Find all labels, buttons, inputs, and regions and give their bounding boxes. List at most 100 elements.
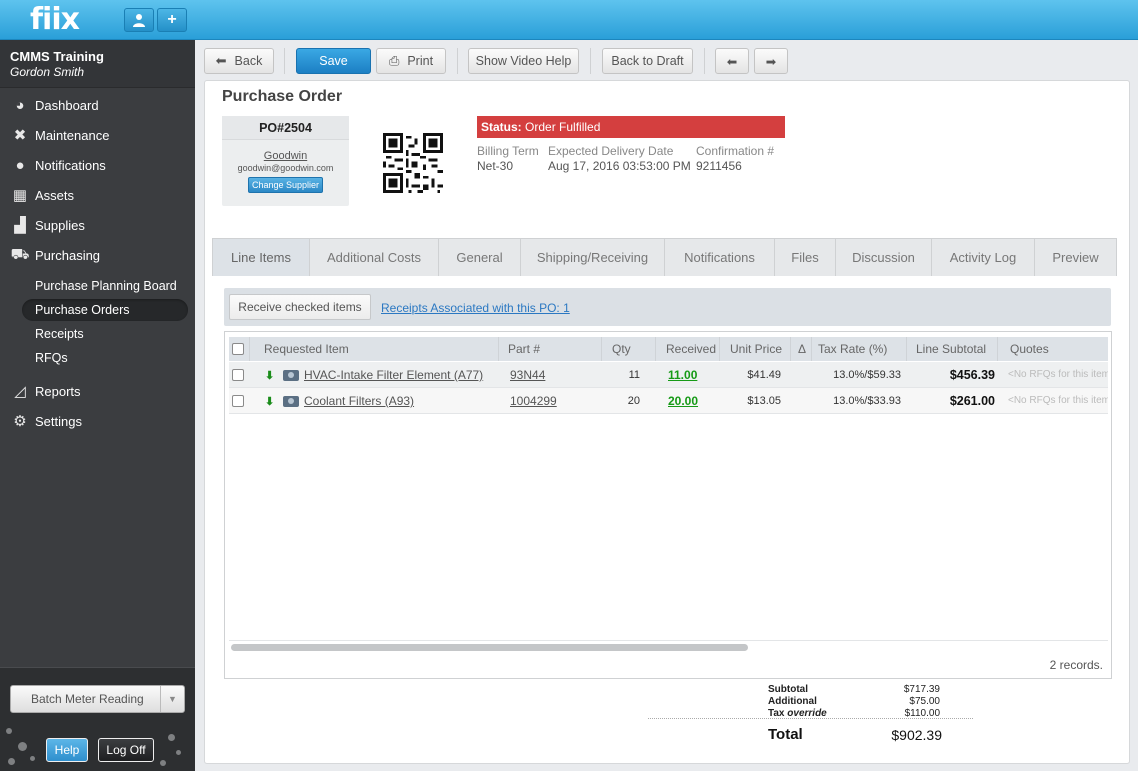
add-button[interactable]: + — [157, 8, 187, 32]
sidebar-item-label: Assets — [35, 187, 75, 203]
user-name: Gordon Smith — [10, 65, 85, 79]
qty-cell: 11 — [628, 369, 640, 381]
tab-line-items[interactable]: Line Items — [212, 238, 310, 276]
previous-record-button[interactable]: ⬅ — [715, 48, 749, 74]
grid-header-divider — [249, 337, 250, 361]
column-header-received[interactable]: Received — [660, 337, 720, 361]
po-number: PO#2504 — [222, 116, 349, 140]
sidebar-subitem-rfqs[interactable]: RFQs — [22, 347, 188, 369]
back-to-draft-button[interactable]: Back to Draft — [602, 48, 693, 74]
chevron-down-icon[interactable]: ▼ — [160, 686, 184, 712]
line-subtotal-cell: $261.00 — [949, 394, 995, 408]
batch-meter-reading-button[interactable]: Batch Meter Reading ▼ — [10, 685, 185, 713]
sidebar-item-supplies[interactable]: ▟ Supplies — [0, 212, 195, 238]
chat-bubble-icon: ● — [15, 156, 25, 174]
part-number-link[interactable]: 1004299 — [510, 388, 557, 414]
printer-icon: ⎙ — [388, 53, 400, 68]
column-header-unit-price[interactable]: Unit Price — [724, 337, 791, 361]
back-button[interactable]: ⬅ Back — [204, 48, 274, 74]
unit-price-cell: $41.49 — [747, 369, 781, 381]
batch-meter-reading-label: Batch Meter Reading — [31, 692, 144, 706]
tax-rate-cell: 13.0%/$33.93 — [833, 395, 901, 407]
dashboard-icon: ◕ — [15, 96, 25, 114]
plus-icon: + — [167, 11, 177, 28]
fiix-logo[interactable]: fiix — [30, 3, 80, 37]
record-count: 2 records. — [1049, 658, 1103, 672]
tab-discussion[interactable]: Discussion — [835, 238, 932, 276]
sidebar-item-label: Settings — [35, 413, 82, 429]
column-header-requested-item[interactable]: Requested Item — [258, 337, 499, 361]
requested-item-link[interactable]: Coolant Filters (A93) — [304, 388, 414, 414]
sidebar-item-notifications[interactable]: ● Notifications — [0, 152, 195, 178]
receive-checked-items-button[interactable]: Receive checked items — [229, 294, 371, 320]
column-header-tax-rate[interactable]: Tax Rate (%) — [812, 337, 907, 361]
qr-code-icon — [383, 133, 443, 193]
received-link[interactable]: 11.00 — [668, 362, 697, 388]
receipts-associated-link[interactable]: Receipts Associated with this PO: 1 — [381, 301, 570, 315]
tab-preview[interactable]: Preview — [1034, 238, 1117, 276]
delivery-date-value: Aug 17, 2016 03:53:00 PM — [548, 159, 691, 173]
sidebar-item-label: Dashboard — [35, 97, 99, 113]
user-button[interactable] — [124, 8, 154, 32]
row-checkbox[interactable] — [232, 395, 244, 407]
tab-general[interactable]: General — [438, 238, 521, 276]
help-button[interactable]: Help — [46, 738, 88, 762]
cart-icon: ⛟ — [10, 245, 30, 263]
tab-activity-log[interactable]: Activity Log — [931, 238, 1035, 276]
sidebar-item-reports[interactable]: ◿ Reports — [0, 378, 195, 404]
sidebar-item-label: Notifications — [35, 157, 106, 173]
row-checkbox[interactable] — [232, 369, 244, 381]
toolbar-divider — [704, 48, 705, 74]
tab-notifications[interactable]: Notifications — [664, 238, 775, 276]
top-bar: fiix + — [0, 0, 1138, 40]
horizontal-scrollbar[interactable] — [231, 644, 748, 651]
sidebar-item-maintenance[interactable]: ✖ Maintenance — [0, 122, 195, 148]
sidebar-subitem-purchase-orders[interactable]: Purchase Orders — [22, 299, 188, 321]
column-header-qty[interactable]: Qty — [606, 337, 656, 361]
arrow-left-icon: ⬅ — [726, 54, 738, 69]
tab-shipping-receiving[interactable]: Shipping/Receiving — [520, 238, 665, 276]
supplier-name-link[interactable]: Goodwin — [222, 150, 349, 162]
quotes-cell: <No RFQs for this item> — [1008, 369, 1108, 380]
sidebar-item-purchasing[interactable]: ⛟ Purchasing — [0, 242, 195, 268]
save-button[interactable]: Save — [296, 48, 371, 74]
item-image-icon — [283, 396, 299, 407]
column-header-line-subtotal[interactable]: Line Subtotal — [910, 337, 998, 361]
sidebar-subitem-receipts[interactable]: Receipts — [22, 323, 188, 345]
sidebar-subitem-purchase-planning-board[interactable]: Purchase Planning Board — [22, 275, 188, 297]
confirmation-label: Confirmation # — [696, 144, 775, 158]
column-header-quotes[interactable]: Quotes — [1004, 337, 1108, 361]
total-value: $902.39 — [891, 727, 942, 743]
log-off-button[interactable]: Log Off — [98, 738, 154, 762]
additional-value: $75.00 — [909, 696, 940, 707]
subtotal-value: $717.39 — [903, 684, 940, 695]
show-video-help-button[interactable]: Show Video Help — [468, 48, 579, 74]
arrow-down-icon: ⬇ — [265, 396, 275, 408]
column-header-delta[interactable]: Δ — [794, 337, 812, 361]
status-badge: Status: Order Fulfilled — [477, 116, 785, 138]
change-supplier-button[interactable]: Change Supplier — [248, 177, 323, 193]
gear-icon: ⚙ — [13, 413, 27, 430]
sidebar-item-settings[interactable]: ⚙ Settings — [0, 408, 195, 434]
quotes-cell: <No RFQs for this item> — [1008, 395, 1108, 406]
arrow-right-icon: ➡ — [765, 54, 777, 69]
received-link[interactable]: 20.00 — [668, 388, 698, 414]
sidebar: CMMS Training Gordon Smith ◕ Dashboard ✖… — [0, 40, 195, 771]
toolbar-divider — [590, 48, 591, 74]
sidebar-item-dashboard[interactable]: ◕ Dashboard — [0, 92, 195, 118]
sidebar-item-label: Supplies — [35, 217, 85, 233]
column-header-part-number[interactable]: Part # — [502, 337, 602, 361]
print-button[interactable]: ⎙ Print — [376, 48, 446, 74]
tab-bar: Line Items Additional Costs General Ship… — [212, 238, 1117, 276]
requested-item-link[interactable]: HVAC-Intake Filter Element (A77) — [304, 362, 483, 388]
billing-term-label: Billing Term — [477, 144, 539, 158]
sidebar-item-assets[interactable]: ▦ Assets — [0, 182, 195, 208]
tab-files[interactable]: Files — [774, 238, 836, 276]
org-name: CMMS Training — [10, 49, 104, 64]
sidebar-item-label: Maintenance — [35, 127, 110, 143]
next-record-button[interactable]: ➡ — [754, 48, 788, 74]
part-number-link[interactable]: 93N44 — [510, 362, 545, 388]
tab-additional-costs[interactable]: Additional Costs — [309, 238, 439, 276]
line-subtotal-cell: $456.39 — [949, 368, 995, 382]
select-all-checkbox[interactable] — [232, 343, 244, 355]
